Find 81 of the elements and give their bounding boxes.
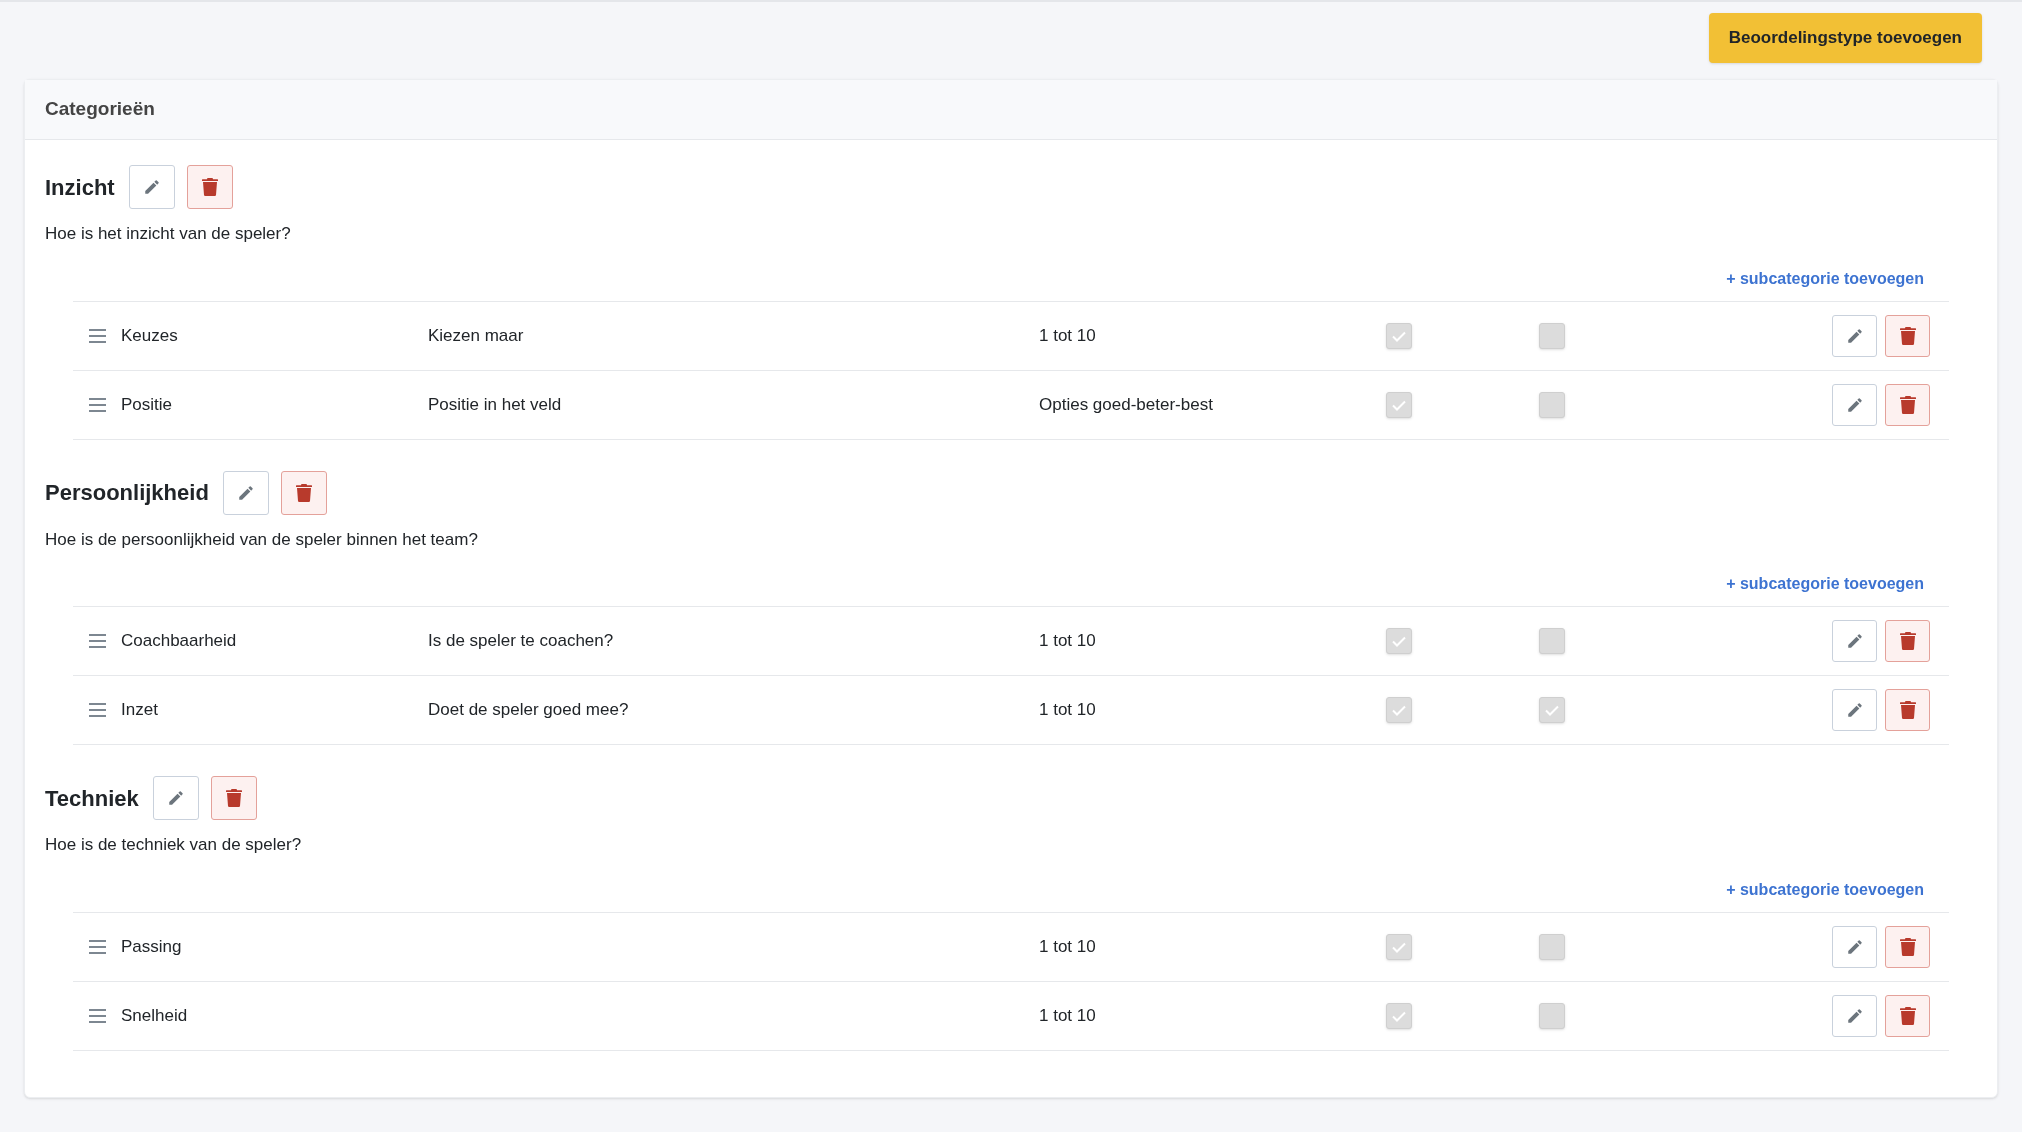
subcategory-description: Positie in het veld — [428, 394, 562, 414]
delete-button[interactable] — [1885, 925, 1930, 968]
pencil-icon — [1845, 326, 1864, 345]
pencil-icon — [166, 789, 185, 807]
add-rating-type-button[interactable]: Beoordelingstype toevoegen — [1708, 13, 1982, 63]
pencil-icon — [1845, 701, 1864, 719]
edit-button[interactable] — [1832, 689, 1877, 731]
delete-button[interactable] — [1885, 994, 1930, 1037]
subcategory-name: Keuzes — [121, 325, 178, 345]
subcategory-name: Inzet — [121, 700, 158, 720]
category-description: Hoe is het inzicht van de speler? — [45, 223, 292, 245]
drag-handle-icon[interactable] — [88, 1008, 106, 1023]
rating-type: Opties goed-beter-best — [1039, 394, 1213, 414]
checkbox[interactable] — [1386, 391, 1412, 418]
rating-type: 1 tot 10 — [1039, 325, 1096, 345]
edit-button[interactable] — [222, 470, 269, 515]
subcategory-description: Is de speler te coachen? — [428, 631, 614, 651]
drag-handle-icon[interactable] — [88, 397, 106, 412]
delete-button[interactable] — [186, 165, 233, 209]
subcategory-name: Snelheid — [121, 1005, 188, 1025]
checkbox[interactable] — [1539, 933, 1565, 960]
trash-icon — [225, 789, 242, 807]
category-title: Persoonlijkheid — [45, 479, 209, 507]
delete-button[interactable] — [1885, 314, 1930, 357]
checkbox[interactable] — [1539, 697, 1565, 723]
edit-button[interactable] — [1832, 383, 1877, 426]
trash-icon — [1899, 937, 1916, 956]
delete-button[interactable] — [210, 776, 257, 820]
trash-icon — [1899, 1006, 1916, 1025]
category-description: Hoe is de techniek van de speler? — [45, 834, 303, 856]
edit-button[interactable] — [1832, 314, 1877, 357]
delete-button[interactable] — [1885, 620, 1930, 662]
edit-button[interactable] — [128, 165, 175, 209]
trash-icon — [1899, 701, 1916, 719]
checkbox[interactable] — [1539, 628, 1565, 654]
trash-icon — [295, 483, 312, 502]
pencil-icon — [236, 483, 255, 502]
category-title: Techniek — [45, 784, 139, 813]
trash-icon — [1899, 326, 1916, 345]
add-subcategory-link[interactable]: + subcategorie toevoegen — [1726, 266, 1924, 291]
edit-button[interactable] — [1832, 925, 1877, 968]
rating-type: 1 tot 10 — [1039, 936, 1096, 956]
category-title: Inzicht — [45, 173, 115, 202]
pencil-icon — [142, 178, 161, 196]
trash-icon — [201, 178, 218, 196]
subcategory-description: Doet de speler goed mee? — [428, 700, 629, 720]
card-title: Categorieën — [45, 97, 155, 122]
rating-type: 1 tot 10 — [1039, 700, 1096, 720]
subcategory-description: Kiezen maar — [428, 325, 524, 345]
pencil-icon — [1845, 1006, 1864, 1025]
checkbox[interactable] — [1539, 1002, 1565, 1029]
delete-button[interactable] — [1885, 689, 1930, 731]
checkbox[interactable] — [1386, 697, 1412, 723]
checkbox[interactable] — [1539, 391, 1565, 418]
checkbox[interactable] — [1386, 1002, 1412, 1029]
edit-button[interactable] — [1832, 620, 1877, 662]
checkbox[interactable] — [1386, 933, 1412, 960]
checkbox[interactable] — [1386, 322, 1412, 349]
pencil-icon — [1845, 937, 1864, 956]
category-description: Hoe is de persoonlijkheid van de speler binnen het team? — [45, 528, 479, 551]
subcategory-name: Passing — [121, 936, 182, 956]
delete-button[interactable] — [280, 470, 327, 515]
trash-icon — [1899, 395, 1916, 414]
pencil-icon — [1845, 395, 1864, 414]
add-subcategory-link[interactable]: + subcategorie toevoegen — [1726, 572, 1924, 596]
drag-handle-icon[interactable] — [88, 328, 106, 343]
edit-button[interactable] — [152, 776, 199, 820]
trash-icon — [1899, 632, 1916, 650]
pencil-icon — [1845, 632, 1864, 650]
subcategory-name: Positie — [121, 394, 173, 414]
checkbox[interactable] — [1386, 628, 1412, 654]
rating-type: 1 tot 10 — [1039, 631, 1096, 651]
delete-button[interactable] — [1885, 383, 1930, 426]
drag-handle-icon[interactable] — [88, 634, 106, 648]
checkbox[interactable] — [1539, 322, 1565, 349]
rating-type: 1 tot 10 — [1039, 1005, 1096, 1025]
drag-handle-icon[interactable] — [88, 939, 106, 954]
subcategory-name: Coachbaarheid — [121, 631, 237, 651]
edit-button[interactable] — [1832, 994, 1877, 1037]
add-subcategory-link[interactable]: + subcategorie toevoegen — [1726, 877, 1924, 902]
drag-handle-icon[interactable] — [88, 703, 106, 717]
